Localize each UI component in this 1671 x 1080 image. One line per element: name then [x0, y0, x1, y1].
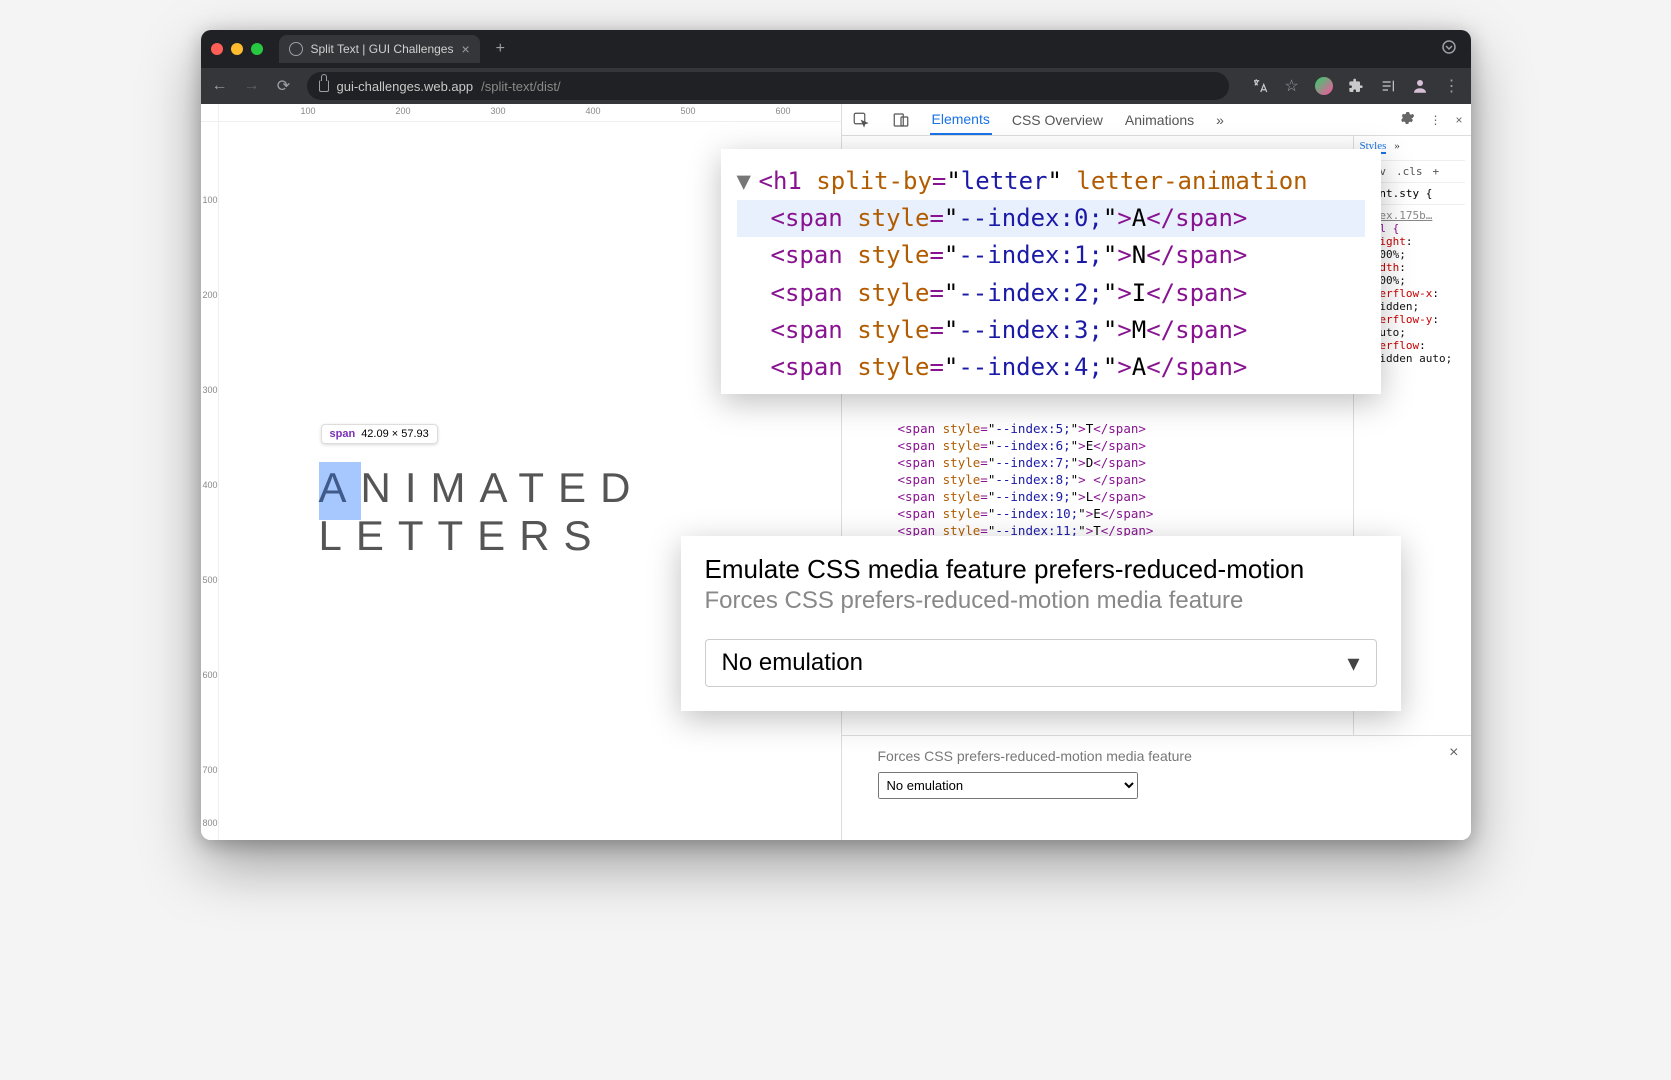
- devtools-menu-icon[interactable]: ⋮: [1429, 113, 1441, 127]
- close-tab-icon[interactable]: ×: [461, 41, 469, 57]
- inspect-element-icon[interactable]: [850, 111, 872, 129]
- address-bar[interactable]: gui-challenges.web.app/split-text/dist/: [307, 72, 1229, 100]
- dom-span-line: <span style="--index:2;">I</span>: [737, 275, 1365, 312]
- drawer-close-icon[interactable]: ×: [1449, 744, 1458, 762]
- overlay-select[interactable]: No emulation ▾: [705, 639, 1377, 687]
- heading-rest: NIMATED LETTERS: [319, 464, 645, 559]
- profile-icon[interactable]: [1411, 77, 1429, 95]
- extensions-icon[interactable]: [1347, 77, 1365, 95]
- browser-toolbar: ← → ⟳ gui-challenges.web.app/split-text/…: [201, 68, 1471, 104]
- dom-span-line-small[interactable]: <span style="--index:7;">D</span>: [842, 454, 1353, 471]
- tab-css-overview[interactable]: CSS Overview: [1010, 106, 1105, 134]
- forward-button[interactable]: →: [243, 77, 261, 95]
- close-window-icon[interactable]: [211, 43, 223, 55]
- element-tooltip: span 42.09 × 57.93: [321, 424, 438, 444]
- styles-more[interactable]: »: [1394, 140, 1400, 154]
- extension-icon[interactable]: [1315, 77, 1333, 95]
- window-controls: [211, 43, 263, 55]
- dom-span-line-small[interactable]: <span style="--index:6;">E</span>: [842, 437, 1353, 454]
- add-rule-button[interactable]: +: [1433, 165, 1440, 178]
- rendering-zoom-overlay: Emulate CSS media feature prefers-reduce…: [681, 536, 1401, 711]
- tabs-overflow[interactable]: »: [1214, 106, 1226, 134]
- ruler-horizontal: 100 200 300 400 500 600: [201, 104, 841, 122]
- overlay-title: Emulate CSS media feature prefers-reduce…: [705, 554, 1377, 585]
- devtools-settings-icon[interactable]: [1399, 110, 1415, 129]
- dom-span-line-small[interactable]: <span style="--index:8;"> </span>: [842, 471, 1353, 488]
- back-button[interactable]: ←: [211, 77, 229, 95]
- dom-span-line-small[interactable]: <span style="--index:10;">E</span>: [842, 505, 1353, 522]
- dom-span-line: <span style="--index:0;">A</span>: [737, 200, 1365, 237]
- dom-span-line: <span style="--index:1;">N</span>: [737, 237, 1365, 274]
- dom-zoom-overlay: ▼<h1 split-by="letter" letter-animation …: [721, 149, 1381, 394]
- bookmark-icon[interactable]: ☆: [1283, 77, 1301, 95]
- tooltip-dimensions: 42.09 × 57.93: [361, 428, 429, 440]
- cls-toggle[interactable]: .cls: [1396, 165, 1423, 178]
- tooltip-tagname: span: [330, 428, 356, 440]
- rendering-select[interactable]: No emulation: [878, 772, 1138, 799]
- devtools-tabs: Elements CSS Overview Animations » ⋮ ×: [842, 104, 1471, 136]
- translate-icon[interactable]: [1251, 77, 1269, 95]
- dom-line-h1: ▼<h1 split-by="letter" letter-animation: [737, 163, 1365, 200]
- tab-animations[interactable]: Animations: [1123, 106, 1196, 134]
- dom-span-line: <span style="--index:3;">M</span>: [737, 312, 1365, 349]
- toolbar-icons: ☆ ⋮: [1251, 77, 1461, 95]
- ruler-vertical: 100 200 300 400 500 600 700 800: [201, 104, 219, 840]
- browser-tab[interactable]: Split Text | GUI Challenges ×: [279, 35, 480, 63]
- heading-first-letter: A: [319, 464, 361, 511]
- tab-elements[interactable]: Elements: [930, 105, 992, 135]
- content-area: 100 200 300 400 500 600 100 200 300 400 …: [201, 104, 1471, 840]
- rendering-drawer: × Forces CSS prefers-reduced-motion medi…: [842, 735, 1471, 840]
- browser-window: Split Text | GUI Challenges × + ← → ⟳ gu…: [201, 30, 1471, 840]
- tab-overflow-icon[interactable]: [1441, 39, 1457, 60]
- dropdown-caret-icon: ▾: [1347, 649, 1359, 678]
- dom-span-line-small[interactable]: <span style="--index:9;">L</span>: [842, 488, 1353, 505]
- new-tab-button[interactable]: +: [488, 40, 513, 58]
- lock-icon: [319, 80, 329, 92]
- overlay-select-value: No emulation: [722, 649, 863, 677]
- reload-button[interactable]: ⟳: [275, 76, 293, 96]
- reading-list-icon[interactable]: [1379, 77, 1397, 95]
- browser-menu-icon[interactable]: ⋮: [1443, 77, 1461, 95]
- device-toolbar-icon[interactable]: [890, 111, 912, 129]
- rendering-label: Forces CSS prefers-reduced-motion media …: [878, 748, 1435, 764]
- tab-title: Split Text | GUI Challenges: [311, 42, 454, 56]
- devtools-close-icon[interactable]: ×: [1455, 113, 1462, 127]
- url-path: /split-text/dist/: [481, 79, 560, 94]
- dom-span-line: <span style="--index:4;">A</span>: [737, 349, 1365, 386]
- overlay-subtitle: Forces CSS prefers-reduced-motion media …: [705, 587, 1377, 615]
- minimize-window-icon[interactable]: [231, 43, 243, 55]
- dom-span-line-small[interactable]: <span style="--index:5;">T</span>: [842, 420, 1353, 437]
- maximize-window-icon[interactable]: [251, 43, 263, 55]
- disclosure-triangle-icon: ▼: [737, 163, 759, 200]
- url-host: gui-challenges.web.app: [337, 79, 474, 94]
- tab-strip: Split Text | GUI Challenges × +: [201, 30, 1471, 68]
- favicon-icon: [289, 42, 303, 56]
